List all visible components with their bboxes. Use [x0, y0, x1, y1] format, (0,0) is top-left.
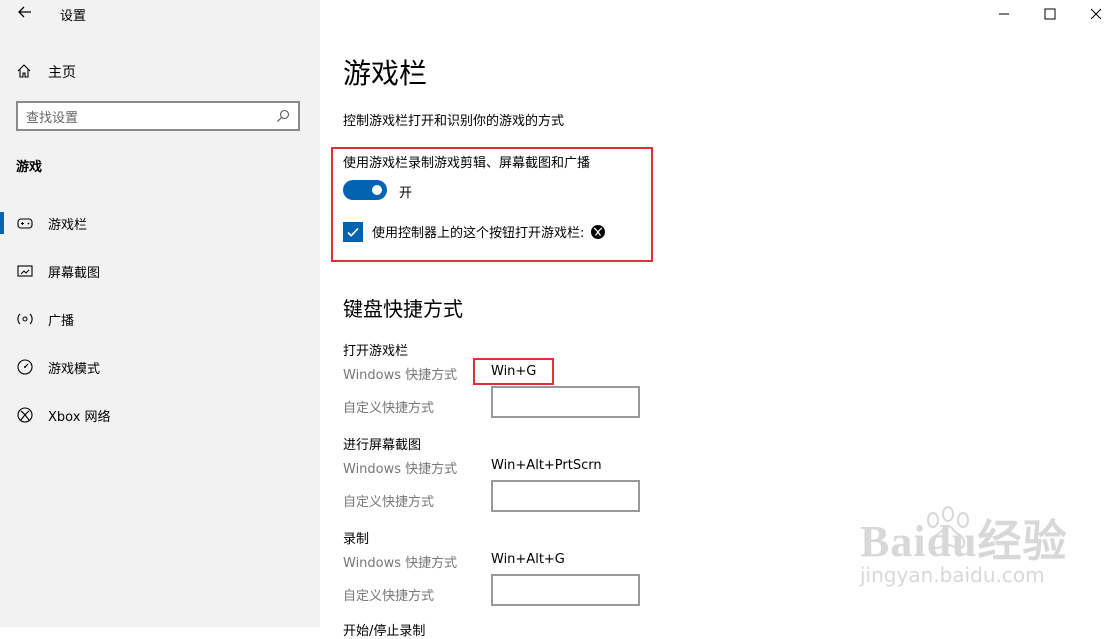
custom-shortcut-label: 自定义快捷方式: [343, 589, 435, 604]
shortcuts-heading: 键盘快捷方式: [343, 297, 463, 321]
minimize-button[interactable]: [981, 0, 1027, 28]
shortcut-group-title: 打开游戏栏: [343, 344, 409, 359]
watermark: Baidu经验 jingyan.baidu.com: [860, 505, 1068, 587]
search-placeholder: 查找设置: [26, 110, 79, 126]
back-arrow-icon[interactable]: [14, 4, 36, 26]
controller-checkbox-label: 使用控制器上的这个按钮打开游戏栏:: [372, 226, 585, 241]
shortcut-group-title: 进行屏幕截图: [343, 438, 422, 453]
sidebar: 设置 主页 查找设置 游戏 游戏栏 屏幕截图 广播 游戏模式 Xbox 网络: [0, 0, 320, 627]
page-title: 游戏栏: [343, 57, 428, 90]
sidebar-item-label: 屏幕截图: [48, 265, 101, 281]
controller-checkbox[interactable]: [343, 222, 363, 242]
windows-shortcut-value: Win+G: [491, 364, 537, 379]
record-option-label: 使用游戏栏录制游戏剪辑、屏幕截图和广播: [343, 156, 591, 171]
shortcut-group-title-cutoff: 开始/停止录制: [343, 624, 426, 639]
windows-shortcut-label: Windows 快捷方式: [343, 556, 458, 571]
search-input[interactable]: 查找设置: [16, 101, 300, 131]
search-icon[interactable]: [276, 109, 290, 123]
maximize-button[interactable]: [1027, 0, 1073, 28]
windows-shortcut-label: Windows 快捷方式: [343, 368, 458, 383]
windows-shortcut-value: Win+Alt+G: [491, 552, 565, 567]
custom-shortcut-input[interactable]: [491, 574, 640, 606]
section-label: 游戏: [16, 160, 43, 175]
windows-shortcut-label: Windows 快捷方式: [343, 462, 458, 477]
watermark-brand: Baidu经验: [860, 517, 1068, 566]
sidebar-item-label: Xbox 网络: [48, 409, 111, 425]
xbox-icon: [16, 406, 34, 424]
gamebar-icon: [16, 214, 34, 232]
close-button[interactable]: [1073, 0, 1119, 28]
sidebar-item-screenshot[interactable]: 屏幕截图: [0, 256, 320, 286]
home-label: 主页: [48, 65, 76, 81]
custom-shortcut-label: 自定义快捷方式: [343, 495, 435, 510]
windows-shortcut-value: Win+Alt+PrtScrn: [491, 458, 602, 473]
gamemode-icon: [16, 358, 34, 376]
custom-shortcut-input[interactable]: [491, 386, 640, 418]
home-icon: [16, 63, 34, 81]
watermark-url: jingyan.baidu.com: [860, 563, 1045, 587]
controller-checkbox-label-row: 使用控制器上的这个按钮打开游戏栏:: [372, 222, 606, 241]
home-link[interactable]: 主页: [16, 62, 76, 82]
toggle-state-label: 开: [399, 186, 413, 201]
broadcast-icon: [16, 310, 34, 328]
sidebar-item-xbox-network[interactable]: Xbox 网络: [0, 400, 320, 430]
sidebar-item-broadcast[interactable]: 广播: [0, 304, 320, 334]
record-toggle[interactable]: [343, 180, 387, 200]
custom-shortcut-label: 自定义快捷方式: [343, 401, 435, 416]
xbox-button-icon: [590, 224, 606, 240]
sidebar-item-label: 广播: [48, 313, 75, 329]
app-title: 设置: [60, 9, 87, 24]
page-description: 控制游戏栏打开和识别你的游戏的方式: [343, 114, 565, 129]
sidebar-item-gamemode[interactable]: 游戏模式: [0, 352, 320, 382]
toggle-knob: [372, 185, 382, 195]
screenshot-icon: [16, 262, 34, 280]
shortcut-group-title: 录制: [343, 532, 370, 547]
sidebar-item-gamebar[interactable]: 游戏栏: [0, 208, 320, 238]
custom-shortcut-input[interactable]: [491, 480, 640, 512]
sidebar-item-label: 游戏栏: [48, 217, 88, 233]
sidebar-item-label: 游戏模式: [48, 361, 101, 377]
